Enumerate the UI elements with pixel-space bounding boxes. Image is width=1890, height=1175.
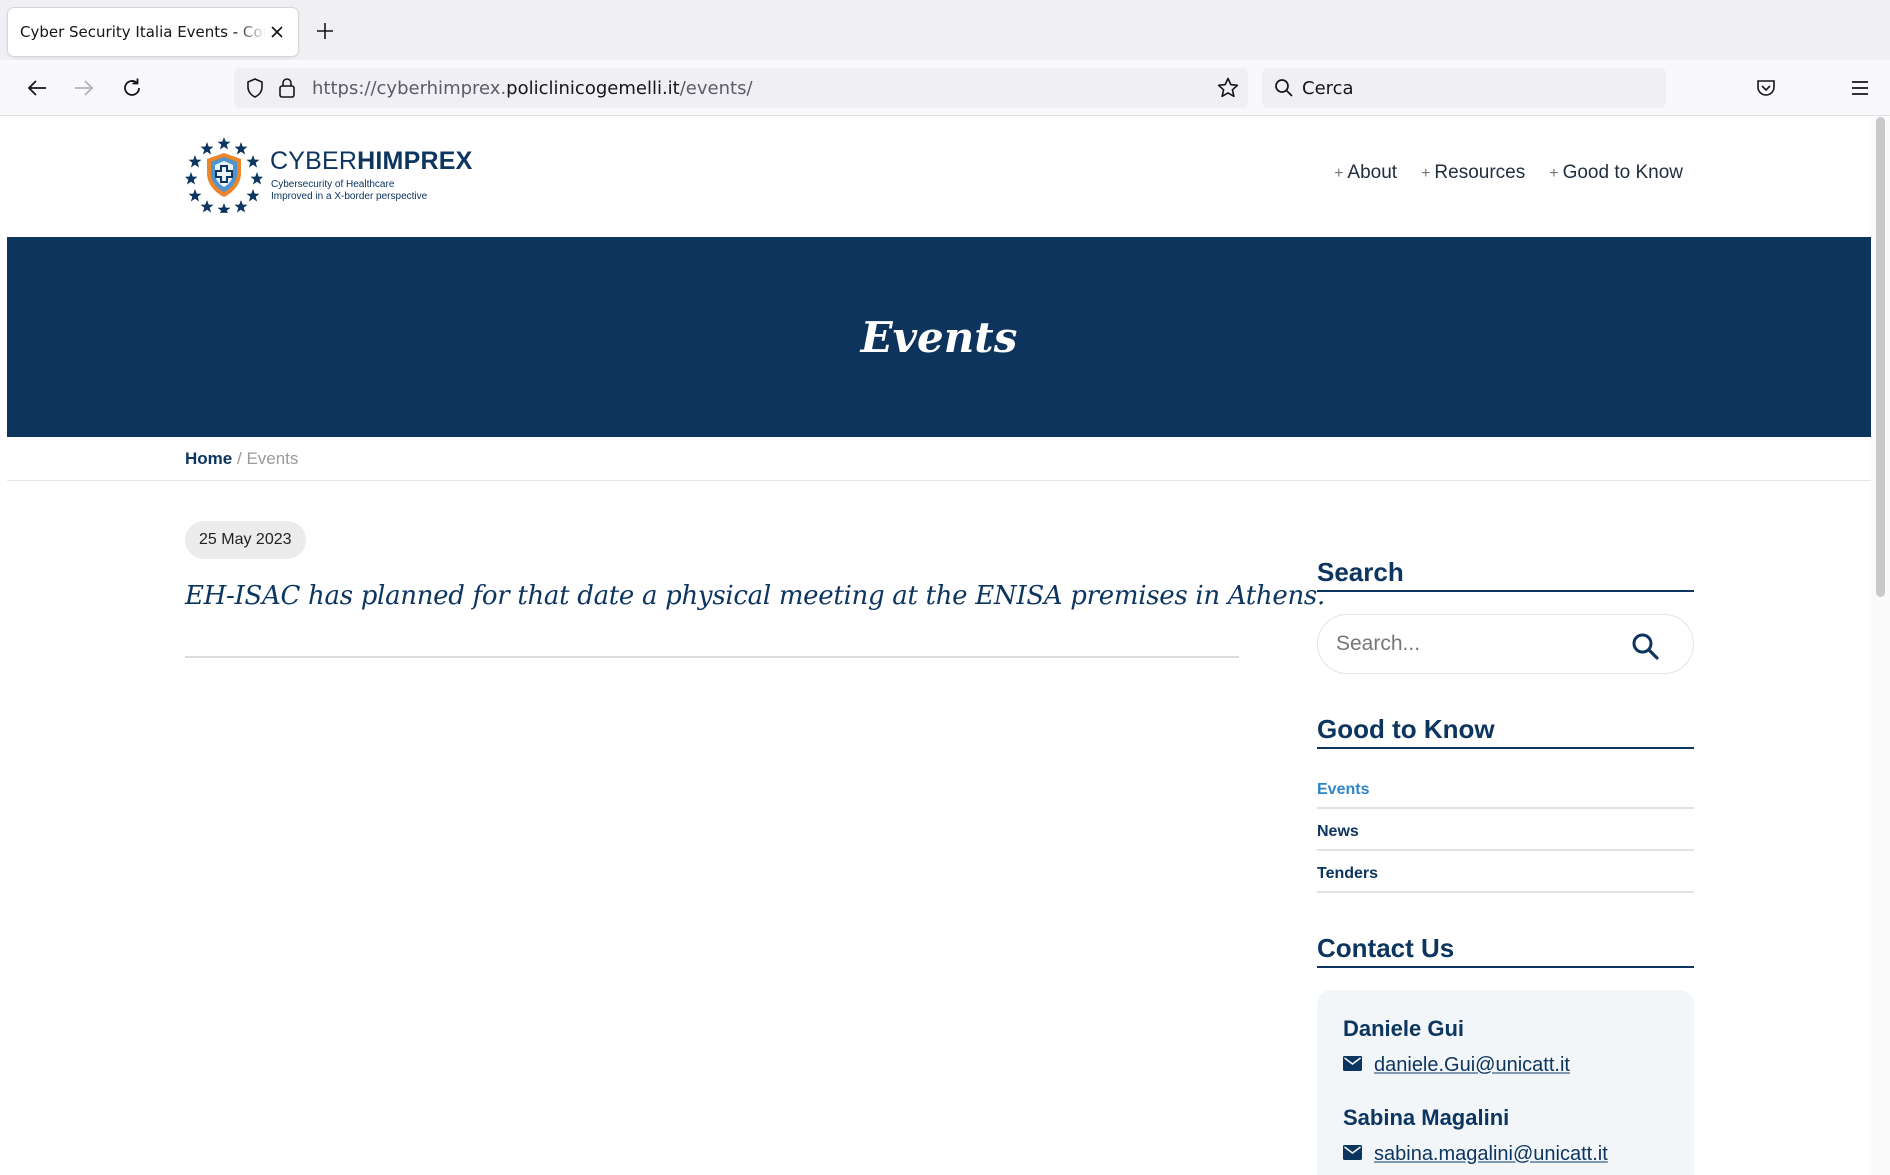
lock-icon[interactable] [278,77,296,103]
bookmark-star-icon[interactable] [1216,76,1240,104]
nav-item-label: Good to Know [1562,162,1683,183]
good-to-know-item-news[interactable]: News [1317,809,1694,851]
url-bar[interactable]: https://cyberhimprex.policlinicogemelli.… [234,68,1248,108]
tab-title: Cyber Security Italia Events - Compu [20,23,266,41]
logo-tagline: Improved in a X-border perspective [271,191,428,202]
main-nav: + About + Resources + Good to Know [1334,162,1683,184]
contact-name: Daniele Gui [1343,1016,1465,1041]
contact-name: Sabina Magalini [1343,1105,1510,1130]
page-title: Events [860,312,1018,362]
good-to-know-widget-title: Good to Know [1317,714,1694,749]
logo-word-bold: HIMPREX [357,147,473,175]
scrollbar-thumb[interactable] [1876,117,1885,597]
pocket-icon[interactable] [1751,73,1781,103]
contact-card: Daniele Gui daniele.Gui@unicatt.it Sabin… [1317,990,1694,1175]
breadcrumb-separator: / [236,449,242,468]
sidebar-search-box [1317,614,1694,674]
hero-banner: Events [7,237,1871,437]
web-page: CYBERHIMPREX Cybersecurity of Healthcare… [7,117,1871,1175]
plus-icon: + [1421,165,1431,182]
back-arrow-icon[interactable] [22,73,52,103]
nav-item-label: About [1347,162,1398,183]
nav-item-about[interactable]: + About [1334,162,1397,184]
url-text[interactable]: https://cyberhimprex.policlinicogemelli.… [312,78,753,99]
nav-item-good-to-know[interactable]: + Good to Know [1549,162,1683,184]
close-tab-icon[interactable] [266,21,288,43]
plus-icon: + [1549,165,1559,182]
plus-icon: + [1334,165,1344,182]
breadcrumb-home-link[interactable]: Home [185,449,232,468]
new-tab-icon[interactable] [312,18,338,44]
nav-item-resources[interactable]: + Resources [1421,162,1525,184]
search-icon [1274,78,1294,102]
good-to-know-list: Events News Tenders [1317,767,1694,893]
breadcrumb-current: Events [246,449,299,468]
event-date-badge: 25 May 2023 [185,521,306,559]
logo-word-light: CYBER [270,147,358,175]
shield-icon[interactable] [244,77,266,103]
browser-tabbar: Cyber Security Italia Events - Compu [0,0,1890,60]
contact-widget-title: Contact Us [1317,933,1694,968]
divider [185,656,1239,658]
reload-icon[interactable] [117,73,147,103]
contact-email-link[interactable]: daniele.Gui@unicatt.it [1374,1054,1570,1077]
url-prefix: https://cyberhimprex. [312,78,507,99]
search-icon[interactable] [1631,632,1659,660]
site-header: CYBERHIMPREX Cybersecurity of Healthcare… [7,117,1871,237]
forward-arrow-icon[interactable] [69,73,99,103]
eu-stars-shield-icon [185,137,263,213]
event-title-link[interactable]: EH-ISAC has planned for that date a phys… [185,581,1325,611]
browser-search-bar[interactable]: Cerca [1262,68,1666,108]
browser-tab[interactable]: Cyber Security Italia Events - Compu [8,8,298,56]
site-logo[interactable]: CYBERHIMPREX Cybersecurity of Healthcare… [185,135,472,213]
url-path: /events/ [679,78,753,99]
good-to-know-item-events[interactable]: Events [1317,767,1694,809]
browser-navbar: https://cyberhimprex.policlinicogemelli.… [0,60,1890,116]
contact-person: Daniele Gui daniele.Gui@unicatt.it [1343,1016,1668,1077]
envelope-icon [1343,1145,1362,1164]
good-to-know-item-tenders[interactable]: Tenders [1317,851,1694,893]
logo-tagline: Cybersecurity of Healthcare [271,179,395,190]
envelope-icon [1343,1056,1362,1075]
sidebar: Search Good to Know Events News Tenders … [1317,557,1694,1175]
nav-item-label: Resources [1434,162,1526,183]
contact-person: Sabina Magalini sabina.magalini@unicatt.… [1343,1105,1668,1166]
contact-email-link[interactable]: sabina.magalini@unicatt.it [1374,1143,1608,1166]
search-widget-title: Search [1317,557,1694,592]
browser-search-placeholder: Cerca [1302,78,1354,99]
page-scrollbar[interactable] [1871,117,1890,1175]
breadcrumb: Home / Events [7,437,1871,481]
menu-hamburger-icon[interactable] [1845,73,1875,103]
url-host: policlinicogemelli.it [506,78,680,99]
sidebar-search-input[interactable] [1336,615,1616,673]
logo-wordmark: CYBERHIMPREX [270,147,472,176]
